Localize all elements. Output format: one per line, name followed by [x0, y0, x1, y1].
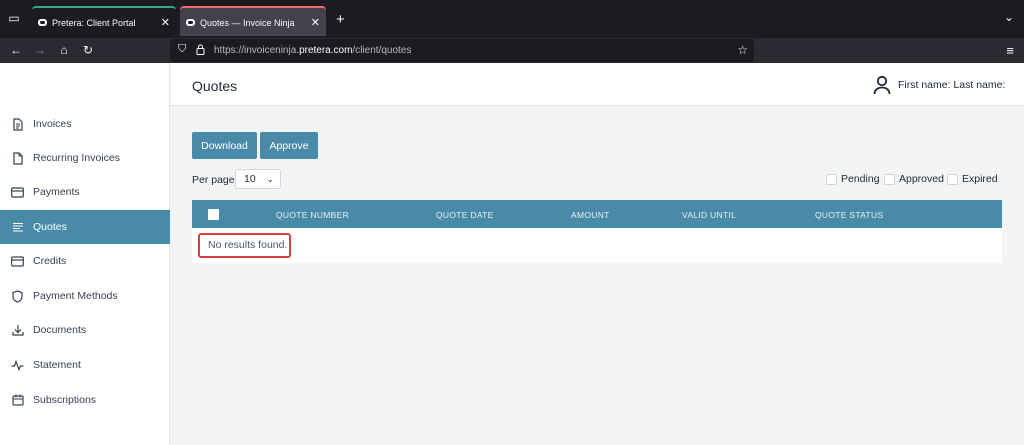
user-icon[interactable] [873, 75, 891, 95]
column-header-quote-status[interactable]: QUOTE STATUS [815, 210, 883, 220]
sidebar-item-label: Quotes [33, 221, 67, 233]
shield-icon [11, 289, 24, 303]
document-icon [11, 117, 24, 131]
reload-icon[interactable]: ↻ [80, 42, 96, 58]
browser-tab-quotes[interactable]: Quotes — Invoice Ninja ✕ [180, 6, 326, 36]
sidebar-item-label: Statement [33, 359, 81, 371]
sidebar-item-documents[interactable]: Documents [0, 313, 170, 347]
download-icon [11, 324, 24, 337]
forward-arrow-icon[interactable]: → [32, 42, 48, 58]
activity-icon [11, 359, 24, 372]
content-header: Quotes First name: Last name: [171, 63, 1024, 106]
page-viewport: Invoices Recurring Invoices Payments Quo… [0, 63, 1024, 445]
sidebar: Invoices Recurring Invoices Payments Quo… [0, 63, 170, 445]
filter-label: Pending [841, 173, 880, 185]
invoice-ninja-favicon-icon [186, 19, 195, 26]
url-bar[interactable]: ⛉ https://invoiceninja.pretera.com/clien… [170, 39, 754, 62]
sidebar-item-quotes[interactable]: Quotes [0, 210, 170, 244]
url-text[interactable]: https://invoiceninja.pretera.com/client/… [214, 45, 411, 56]
hamburger-menu-icon[interactable]: ≡ [1006, 43, 1014, 58]
sidebar-item-statement[interactable]: Statement [0, 348, 170, 382]
select-all-checkbox[interactable] [208, 209, 219, 220]
browser-nav-bar: ← → ⌂ ↻ ⛉ https://invoiceninja.pretera.c… [0, 38, 1024, 63]
chevron-down-icon: ⌄ [266, 174, 274, 184]
column-header-quote-number[interactable]: QUOTE NUMBER [276, 210, 349, 220]
sidebar-item-label: Subscriptions [33, 394, 97, 406]
calendar-icon [11, 394, 24, 407]
sidebar-item-label: Invoices [33, 118, 72, 130]
filter-approved[interactable]: Approved [884, 173, 944, 185]
close-icon[interactable]: ✕ [311, 8, 320, 38]
per-page-value: 10 [244, 173, 256, 185]
column-header-amount[interactable]: AMOUNT [571, 210, 610, 220]
column-header-valid-until[interactable]: VALID UNTIL [682, 210, 736, 220]
table-header: QUOTE NUMBER QUOTE DATE AMOUNT VALID UNT… [192, 200, 1002, 228]
filter-pending[interactable]: Pending [826, 173, 880, 185]
tab-title: Pretera: Client Portal [52, 18, 136, 28]
page-title: Quotes [192, 78, 238, 94]
per-page-label: Per page [192, 174, 235, 186]
sidebar-item-payment-methods[interactable]: Payment Methods [0, 279, 170, 313]
sidebar-item-label: Payment Methods [33, 290, 118, 302]
sidebar-item-credits[interactable]: Credits [0, 244, 170, 278]
per-page-select[interactable]: 10 ⌄ [235, 169, 281, 189]
tab-list-icon[interactable]: ▭ [6, 10, 22, 26]
quotes-table: QUOTE NUMBER QUOTE DATE AMOUNT VALID UNT… [192, 200, 1002, 263]
sidebar-item-label: Documents [33, 324, 87, 336]
sidebar-item-label: Recurring Invoices [33, 152, 120, 164]
lock-icon[interactable] [196, 44, 206, 56]
credit-card-icon [11, 255, 24, 268]
approve-button[interactable]: Approve [260, 132, 318, 159]
sidebar-item-payments[interactable]: Payments [0, 175, 170, 209]
tab-title: Quotes — Invoice Ninja [200, 18, 295, 28]
filter-label: Approved [899, 173, 944, 185]
sidebar-item-invoices[interactable]: Invoices [0, 107, 170, 141]
sidebar-item-subscriptions[interactable]: Subscriptions [0, 383, 170, 417]
bookmark-star-icon[interactable]: ☆ [737, 43, 748, 57]
sidebar-item-recurring-invoices[interactable]: Recurring Invoices [0, 141, 170, 175]
list-lines-icon [11, 221, 24, 234]
back-arrow-icon[interactable]: ← [8, 42, 24, 58]
close-icon[interactable]: ✕ [161, 8, 170, 38]
sidebar-item-label: Payments [33, 186, 80, 198]
chevron-down-icon[interactable]: ⌄ [1004, 10, 1014, 24]
home-icon[interactable]: ⌂ [56, 42, 72, 58]
shield-icon[interactable]: ⛉ [178, 43, 190, 57]
download-button[interactable]: Download [192, 132, 257, 159]
file-icon [11, 151, 24, 165]
sidebar-item-label: Credits [33, 255, 67, 267]
pending-checkbox[interactable] [826, 173, 837, 185]
column-header-quote-date[interactable]: QUOTE DATE [436, 210, 494, 220]
filter-expired[interactable]: Expired [947, 173, 998, 185]
browser-tab-bar: ▭ Pretera: Client Portal ✕ Quotes — Invo… [0, 0, 1024, 38]
browser-tab-client-portal[interactable]: Pretera: Client Portal ✕ [32, 6, 176, 36]
empty-results-message: No results found. [198, 233, 291, 258]
user-name[interactable]: First name: Last name: [898, 79, 1005, 91]
invoice-ninja-favicon-icon [38, 19, 47, 26]
new-tab-icon[interactable]: + [336, 12, 345, 28]
expired-checkbox[interactable] [947, 173, 958, 185]
filter-label: Expired [962, 173, 998, 185]
credit-card-icon [11, 186, 24, 199]
approved-checkbox[interactable] [884, 173, 895, 185]
